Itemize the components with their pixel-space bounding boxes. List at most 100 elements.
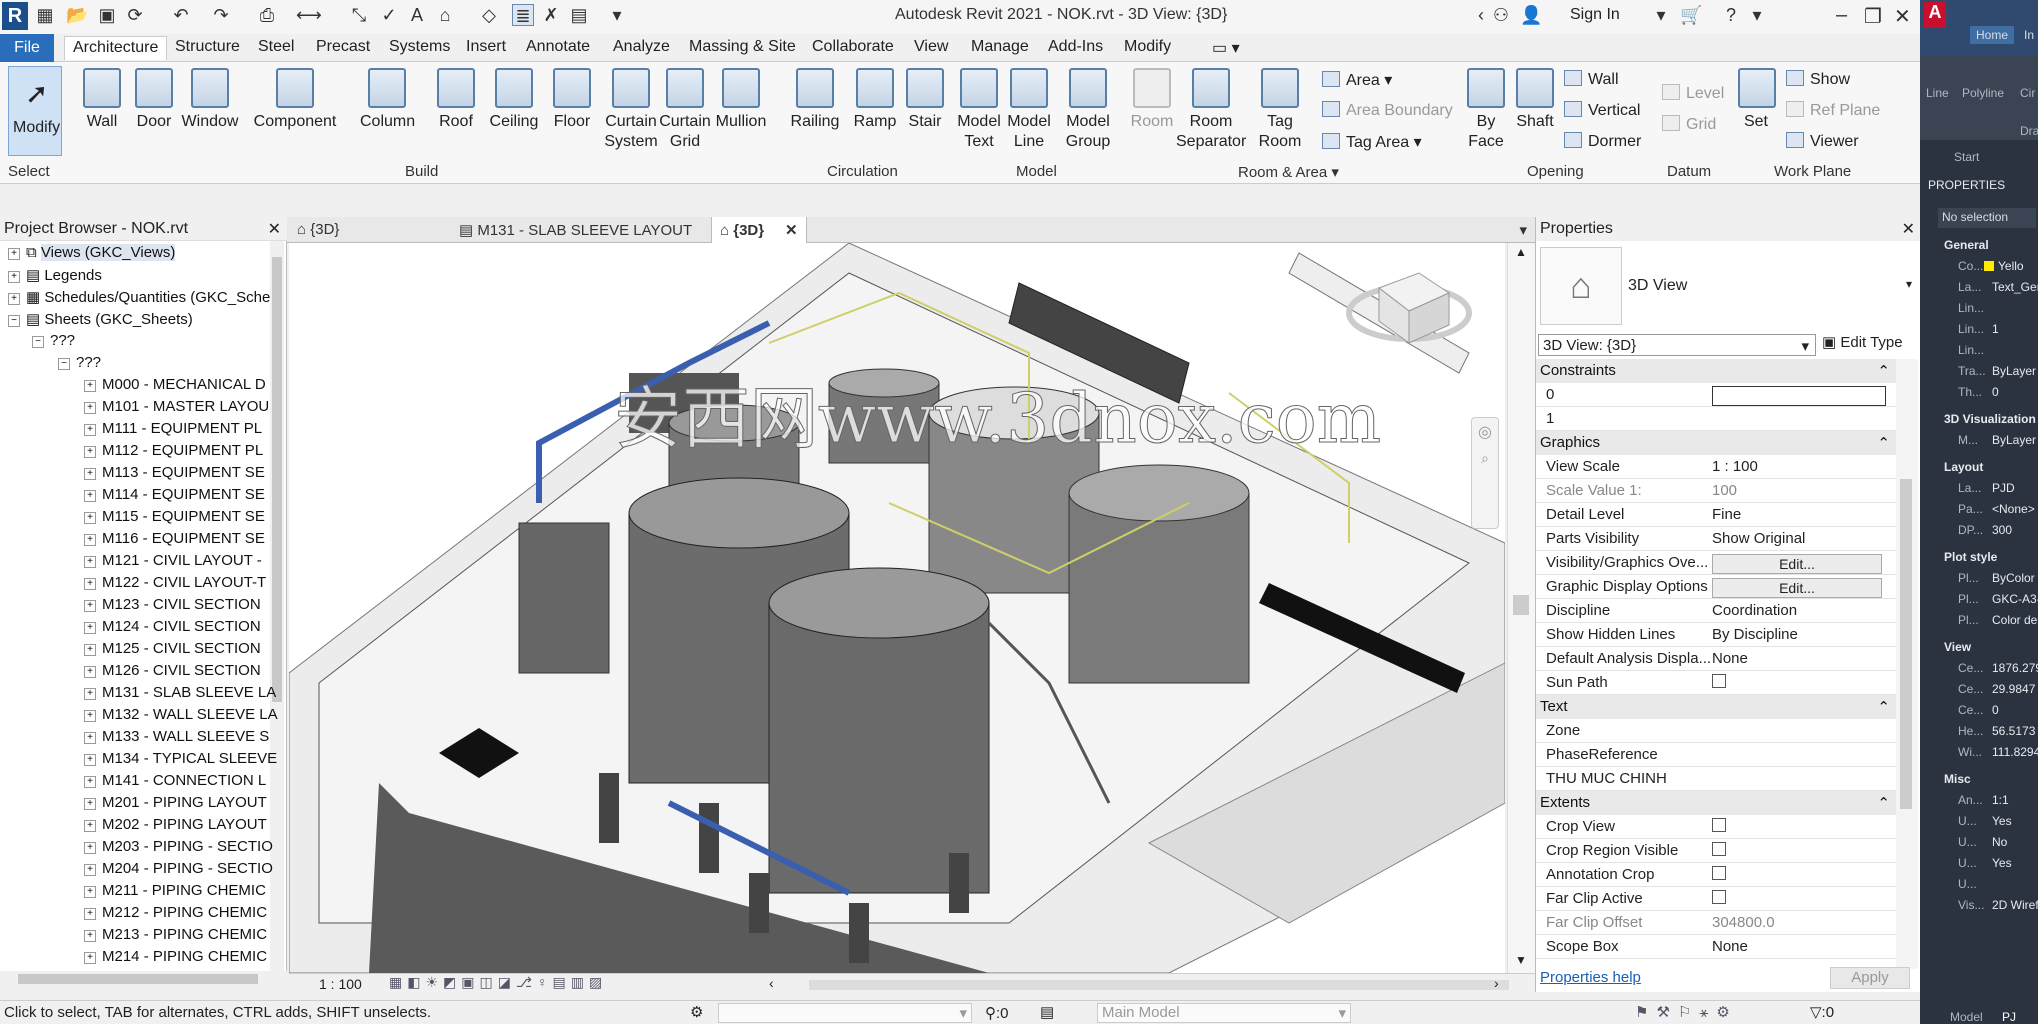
- close-icon[interactable]: ✕: [268, 219, 281, 239]
- by-face-button[interactable]: By Face: [1466, 68, 1506, 152]
- model-group-button[interactable]: Model Group: [1060, 68, 1116, 152]
- collapse-icon[interactable]: ⌃: [1877, 362, 1890, 380]
- tab-add-ins[interactable]: Add-Ins: [1048, 38, 1103, 62]
- home-icon[interactable]: ▦: [34, 4, 56, 26]
- close-hidden-icon[interactable]: ✗: [540, 4, 562, 26]
- project-browser-hscroll[interactable]: [0, 971, 287, 987]
- property-row[interactable]: View Scale 1 : 100: [1536, 455, 1896, 479]
- view-tab-3d-active[interactable]: ⌂ {3D} ✕: [711, 217, 807, 243]
- acad-prop-value[interactable]: PJD: [1992, 481, 2015, 495]
- properties-help-link[interactable]: Properties help: [1540, 969, 1641, 986]
- property-row[interactable]: THU MUC CHINH: [1536, 767, 1896, 791]
- expand-icon[interactable]: +: [84, 534, 96, 546]
- sheet-item[interactable]: + M000 - MECHANICAL D: [84, 376, 266, 393]
- design-options-icon[interactable]: ▤: [1040, 1003, 1054, 1021]
- expand-icon[interactable]: +: [84, 380, 96, 392]
- tab-systems[interactable]: Systems: [389, 38, 450, 62]
- expand-icon[interactable]: +: [84, 468, 96, 480]
- view-tabs-menu-icon[interactable]: ▾: [1519, 221, 1527, 239]
- undo-icon[interactable]: ↶: [170, 4, 192, 26]
- show-button[interactable]: Show: [1786, 70, 1850, 89]
- properties-scroll-thumb[interactable]: [1900, 479, 1912, 809]
- sheet-item[interactable]: + M214 - PIPING CHEMIC: [84, 948, 267, 965]
- viewport-hscroll[interactable]: [809, 980, 1509, 990]
- sync-icon[interactable]: ⟳: [124, 4, 146, 26]
- workset-dropdown[interactable]: ▾: [718, 1003, 972, 1023]
- edit-button[interactable]: Edit...: [1712, 578, 1882, 598]
- property-row[interactable]: 0: [1536, 383, 1896, 407]
- collapse-icon[interactable]: −: [58, 358, 70, 370]
- acad-prop-value[interactable]: ByLayer: [1992, 364, 2036, 378]
- vertical-opening-button[interactable]: Vertical: [1564, 101, 1640, 120]
- curtain-grid-button[interactable]: Curtain Grid: [658, 68, 712, 152]
- tree-schedules[interactable]: + ▦ Schedules/Quantities (GKC_Sche: [8, 288, 270, 306]
- area-button[interactable]: Area ▾: [1322, 70, 1392, 90]
- section-constraints[interactable]: Constraints ⌃: [1536, 359, 1896, 383]
- zoom-icon[interactable]: ⌕: [1472, 450, 1498, 467]
- curtain-system-button[interactable]: Curtain System: [604, 68, 658, 152]
- level-button[interactable]: Level: [1662, 84, 1724, 103]
- sheet-item[interactable]: + M131 - SLAB SLEEVE LA: [84, 684, 276, 701]
- tab-annotate[interactable]: Annotate: [526, 38, 590, 62]
- acad-prop-value[interactable]: Yes: [1992, 814, 2012, 828]
- sheet-item[interactable]: + M111 - EQUIPMENT PL: [84, 420, 262, 437]
- properties-scrollbar[interactable]: [1896, 359, 1918, 969]
- acad-prop-value[interactable]: 1:1: [1992, 793, 2009, 807]
- checkbox[interactable]: [1712, 674, 1726, 688]
- tag-room-button[interactable]: Tag Room: [1256, 68, 1304, 152]
- collapse-icon[interactable]: ⌃: [1877, 794, 1890, 812]
- revit-logo[interactable]: R: [2, 2, 28, 30]
- property-row[interactable]: Default Analysis Displa... None: [1536, 647, 1896, 671]
- expand-icon[interactable]: +: [8, 248, 20, 260]
- instance-selector[interactable]: 3D View: {3D} ▾: [1538, 334, 1816, 356]
- help-icon[interactable]: ?: [1720, 4, 1742, 26]
- text-icon[interactable]: A: [406, 4, 428, 26]
- viewport-vscroll-thumb[interactable]: [1513, 595, 1529, 615]
- collapse-icon[interactable]: ⌃: [1877, 434, 1890, 452]
- hscroll-thumb[interactable]: [18, 974, 258, 984]
- grid-button[interactable]: Grid: [1662, 115, 1716, 134]
- section-extents[interactable]: Extents ⌃: [1536, 791, 1896, 815]
- scroll-down-icon[interactable]: ▼: [1515, 953, 1527, 967]
- acad-prop-value[interactable]: 300: [1992, 523, 2012, 537]
- edit-button[interactable]: Edit...: [1712, 554, 1882, 574]
- cart-icon[interactable]: 🛒: [1680, 4, 1702, 26]
- expand-icon[interactable]: +: [84, 644, 96, 656]
- expand-icon[interactable]: +: [8, 271, 20, 283]
- sheet-item[interactable]: + M141 - CONNECTION L: [84, 772, 266, 789]
- collapse-icon[interactable]: −: [8, 315, 20, 327]
- save-icon[interactable]: ▣: [96, 4, 118, 26]
- expand-icon[interactable]: +: [84, 952, 96, 964]
- close-icon[interactable]: ✕: [1902, 219, 1915, 239]
- expand-icon[interactable]: +: [84, 578, 96, 590]
- window-button[interactable]: Window: [180, 68, 240, 132]
- tab-modify[interactable]: Modify: [1124, 38, 1171, 62]
- expand-icon[interactable]: +: [84, 732, 96, 744]
- tab-analyze[interactable]: Analyze: [613, 38, 670, 62]
- switch-windows-icon[interactable]: ▤: [568, 4, 590, 26]
- property-row[interactable]: PhaseReference: [1536, 743, 1896, 767]
- room-button[interactable]: Room: [1128, 68, 1176, 132]
- section-graphics[interactable]: Graphics ⌃: [1536, 431, 1896, 455]
- close-button[interactable]: ✕: [1894, 4, 1911, 29]
- search-left-icon[interactable]: ‹: [1470, 4, 1492, 26]
- acad-prop-value[interactable]: ByLayer: [1992, 433, 2036, 447]
- acad-prop-value[interactable]: 29.9847: [1992, 682, 2035, 696]
- sheet-item[interactable]: + M121 - CIVIL LAYOUT -: [84, 552, 262, 569]
- tab-manage[interactable]: Manage: [971, 38, 1029, 62]
- type-dropdown-icon[interactable]: ▾: [1906, 277, 1912, 291]
- customize-qat-icon[interactable]: ▾: [606, 4, 628, 26]
- tag-icon[interactable]: ✓: [378, 4, 400, 26]
- print-icon[interactable]: ⎙: [256, 4, 278, 26]
- expand-icon[interactable]: +: [84, 908, 96, 920]
- model-line-button[interactable]: Model Line: [1004, 68, 1054, 152]
- property-row[interactable]: Crop View: [1536, 815, 1896, 839]
- sheet-item[interactable]: + M202 - PIPING LAYOUT: [84, 816, 267, 833]
- property-row[interactable]: Discipline Coordination: [1536, 599, 1896, 623]
- sheet-item[interactable]: + M115 - EQUIPMENT SE: [84, 508, 265, 525]
- acad-prop-value[interactable]: 56.5173: [1992, 724, 2035, 738]
- acad-section-misc[interactable]: Misc: [1944, 772, 1971, 786]
- dimension-icon[interactable]: ⤡: [348, 4, 370, 26]
- property-row[interactable]: Far Clip Offset 304800.0: [1536, 911, 1896, 935]
- checkbox[interactable]: [1712, 890, 1726, 904]
